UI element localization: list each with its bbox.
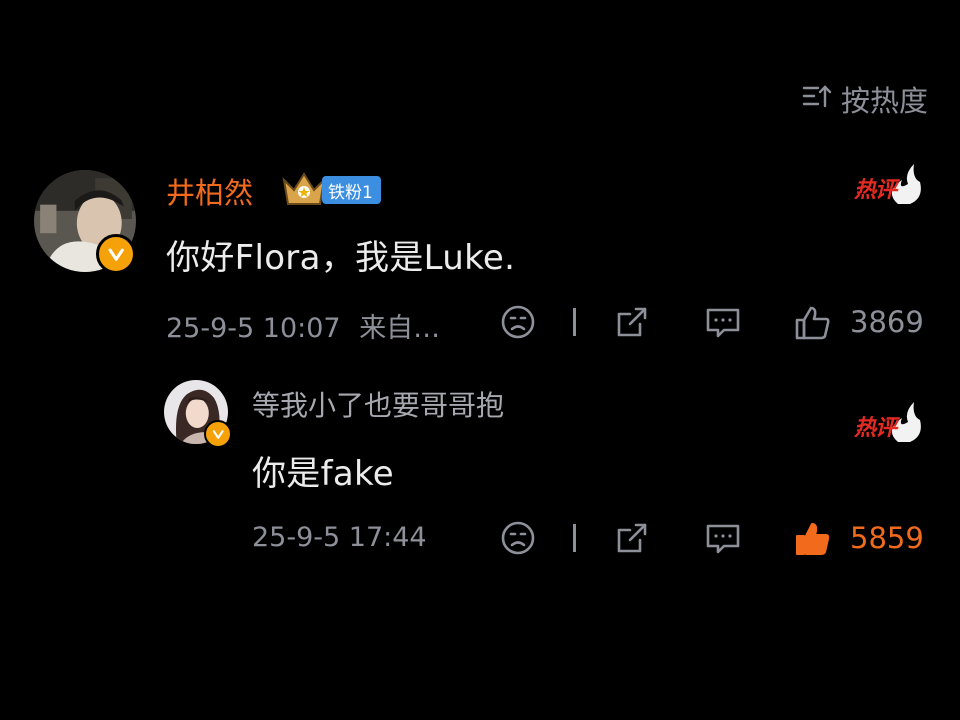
hot-label: 热评: [854, 416, 897, 441]
reply-comment-icon[interactable]: [704, 304, 742, 340]
like-icon[interactable]: [794, 304, 832, 342]
timestamp-text: 25-9-5 17:44: [252, 522, 427, 553]
source-text: 来自…: [359, 313, 441, 344]
share-icon[interactable]: [614, 304, 650, 340]
like-count: 5859: [850, 521, 924, 555]
emoji-reaction-icon[interactable]: [500, 520, 536, 556]
hot-comment-badge: 热评: [854, 400, 924, 444]
comment-content[interactable]: 你好Flora，我是Luke.: [166, 230, 515, 279]
verified-badge-icon: [96, 234, 136, 274]
divider: [573, 524, 576, 552]
verified-badge-icon: [204, 420, 232, 448]
fan-badge: 铁粉1: [322, 176, 381, 204]
like-count: 3869: [850, 305, 924, 339]
sort-by-hot-button[interactable]: 按热度: [801, 78, 928, 120]
liked-icon[interactable]: [794, 520, 832, 558]
comment-username[interactable]: 井柏然: [166, 170, 253, 212]
hot-label: 热评: [854, 178, 897, 203]
comment-thread: 按热度 井柏然 铁粉1 热评 你好Flora，我是Luke. 25-9-5 10…: [0, 0, 960, 720]
timestamp-text: 25-9-5 10:07: [166, 313, 341, 344]
hot-comment-badge: 热评: [854, 162, 924, 206]
comment-timestamp: 25-9-5 10:07 来自…: [166, 306, 440, 345]
emoji-reaction-icon[interactable]: [500, 304, 536, 340]
comment-content[interactable]: 你是fake: [252, 446, 394, 495]
comment-timestamp: 25-9-5 17:44: [252, 522, 427, 553]
fan-crown-icon: [280, 170, 328, 208]
sort-label: 按热度: [840, 84, 928, 118]
share-icon[interactable]: [614, 520, 650, 556]
reply-comment-icon[interactable]: [704, 520, 742, 556]
comment-username[interactable]: 等我小了也要哥哥抱: [252, 384, 504, 424]
sort-icon: [801, 80, 833, 119]
divider: [573, 308, 576, 336]
